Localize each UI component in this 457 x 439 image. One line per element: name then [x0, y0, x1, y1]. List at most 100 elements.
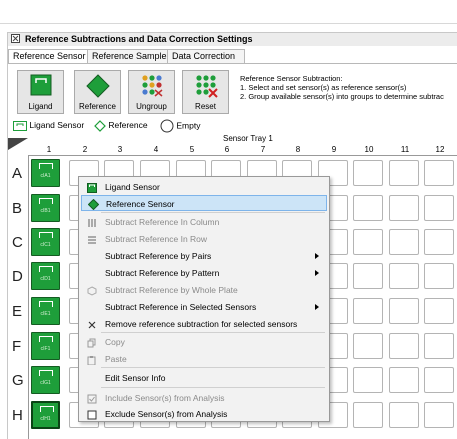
sensor-id: cIE1 [40, 311, 51, 317]
empty-well[interactable] [424, 229, 454, 255]
legend-ligand: Ligand Sensor [13, 119, 84, 131]
sensor-id: cIA1 [40, 173, 51, 179]
empty-well[interactable] [424, 298, 454, 324]
reference-button[interactable]: Reference [74, 70, 121, 114]
menu-item-subtract-reference-in-column[interactable]: Subtract Reference In Column [81, 214, 327, 230]
empty-well[interactable] [389, 298, 419, 324]
panel-titlebar: Reference Subtractions and Data Correcti… [8, 33, 457, 46]
ligand-sensor-well[interactable]: cID1 [31, 262, 60, 290]
menu-item-subtract-reference-by-whole-plate[interactable]: Subtract Reference by Whole Plate [81, 282, 327, 298]
ligand-icon [39, 301, 53, 307]
sensor-id: cID1 [40, 276, 51, 282]
empty-well[interactable] [389, 367, 419, 393]
empty-well[interactable] [424, 367, 454, 393]
menu-item-label: Include Sensor(s) from Analysis [105, 393, 225, 403]
ligand-sensor-well[interactable]: cIB1 [31, 194, 60, 222]
instructions-step-2: 2. Group available sensor(s) into groups… [240, 92, 444, 101]
empty-well[interactable] [353, 160, 383, 186]
column-header: 4 [153, 145, 159, 154]
sensor-id: cIC1 [40, 242, 51, 248]
ligand-icon [39, 198, 53, 204]
menu-item-reference-sensor[interactable]: Reference Sensor [81, 195, 327, 211]
checkbox-empty-icon [87, 409, 97, 420]
menu-item-ligand-sensor[interactable]: Ligand Sensor [81, 179, 327, 195]
panel-title: Reference Subtractions and Data Correcti… [25, 34, 253, 44]
row-header: H [12, 407, 23, 424]
menu-separator [101, 387, 325, 388]
ligand-sensor-well[interactable]: cIH1 [31, 401, 60, 429]
row-header: C [12, 234, 23, 251]
empty-well[interactable] [424, 195, 454, 221]
empty-well[interactable] [389, 195, 419, 221]
legend-empty: Empty [160, 119, 200, 133]
menu-item-paste[interactable]: Paste [81, 351, 327, 367]
ligand-icon [39, 370, 53, 376]
menu-item-include-sensor-s-from-analysis[interactable]: Include Sensor(s) from Analysis [81, 390, 327, 406]
empty-well[interactable] [424, 160, 454, 186]
menu-item-copy[interactable]: Copy [81, 334, 327, 350]
tab-reference-sample[interactable]: Reference Sample [87, 49, 175, 63]
menu-item-label: Edit Sensor Info [105, 373, 166, 383]
empty-well[interactable] [389, 229, 419, 255]
empty-well[interactable] [389, 333, 419, 359]
empty-well[interactable] [353, 367, 383, 393]
menu-item-label: Reference Sensor [106, 199, 175, 209]
row-header: E [12, 303, 23, 320]
menu-item-label: Exclude Sensor(s) from Analysis [105, 409, 228, 419]
ligand-sensor-well[interactable]: cIF1 [31, 332, 60, 360]
column-headers: 1 2 3 4 5 6 7 8 9 10 11 12 [24, 145, 457, 155]
column-header: 2 [82, 145, 88, 154]
empty-well[interactable] [424, 263, 454, 289]
menu-item-subtract-reference-by-pattern[interactable]: Subtract Reference by Pattern [81, 265, 327, 281]
ligand-sensor-well[interactable]: cIA1 [31, 159, 60, 187]
empty-well[interactable] [424, 402, 454, 428]
tab-reference-sensor[interactable]: Reference Sensor [8, 49, 88, 64]
empty-well[interactable] [353, 195, 383, 221]
divider [0, 23, 457, 24]
ligand-icon [39, 163, 53, 169]
instructions-step-1: 1. Select and set sensor(s) as reference… [240, 83, 407, 92]
menu-item-label: Subtract Reference In Column [105, 217, 220, 227]
column-header: 1 [46, 145, 52, 154]
row-icon [87, 234, 97, 244]
menu-item-label: Subtract Reference by Pairs [105, 251, 212, 261]
menu-item-subtract-reference-in-selected-sensors[interactable]: Subtract Reference in Selected Sensors [81, 299, 327, 315]
menu-item-edit-sensor-info[interactable]: Edit Sensor Info [81, 370, 327, 386]
empty-well[interactable] [353, 298, 383, 324]
empty-well[interactable] [353, 229, 383, 255]
column-header: 8 [295, 145, 301, 154]
empty-well[interactable] [353, 333, 383, 359]
ligand-icon [30, 74, 52, 96]
column-icon [87, 217, 97, 227]
menu-item-subtract-reference-in-row[interactable]: Subtract Reference In Row [81, 231, 327, 247]
ligand-sensor-well[interactable]: cIE1 [31, 297, 60, 325]
ligand-sensor-well[interactable]: cIC1 [31, 228, 60, 256]
instructions: Reference Sensor Subtraction: 1. Select … [240, 74, 444, 101]
empty-well[interactable] [424, 333, 454, 359]
reference-diamond-icon [86, 74, 110, 98]
tab-data-correction[interactable]: Data Correction [167, 49, 245, 63]
menu-item-subtract-reference-by-pairs[interactable]: Subtract Reference by Pairs [81, 248, 327, 264]
ungroup-button[interactable]: Ungroup [128, 70, 175, 114]
menu-item-remove-reference-subtraction-for-selected-sensors[interactable]: Remove reference subtraction for selecte… [81, 316, 327, 332]
menu-item-label: Subtract Reference in Selected Sensors [105, 302, 257, 312]
empty-well[interactable] [389, 402, 419, 428]
ligand-sensor-well[interactable]: cIG1 [31, 366, 60, 394]
row-header: D [12, 268, 23, 285]
menu-item-label: Ligand Sensor [105, 182, 160, 192]
row-header: F [12, 338, 22, 355]
tab-divider [8, 63, 457, 64]
close-box-icon[interactable] [11, 34, 20, 43]
menu-item-label: Subtract Reference by Pattern [105, 268, 220, 278]
checkbox-checked-icon [87, 393, 97, 404]
ligand-button[interactable]: Ligand [17, 70, 64, 114]
ligand-icon [39, 336, 53, 342]
empty-well[interactable] [353, 263, 383, 289]
empty-well[interactable] [389, 263, 419, 289]
menu-item-exclude-sensor-s-from-analysis[interactable]: Exclude Sensor(s) from Analysis [81, 406, 327, 422]
reset-icon [196, 75, 218, 98]
empty-well[interactable] [353, 402, 383, 428]
empty-well[interactable] [389, 160, 419, 186]
reset-button[interactable]: Reset [182, 70, 229, 114]
reference-diamond-icon [94, 119, 106, 132]
